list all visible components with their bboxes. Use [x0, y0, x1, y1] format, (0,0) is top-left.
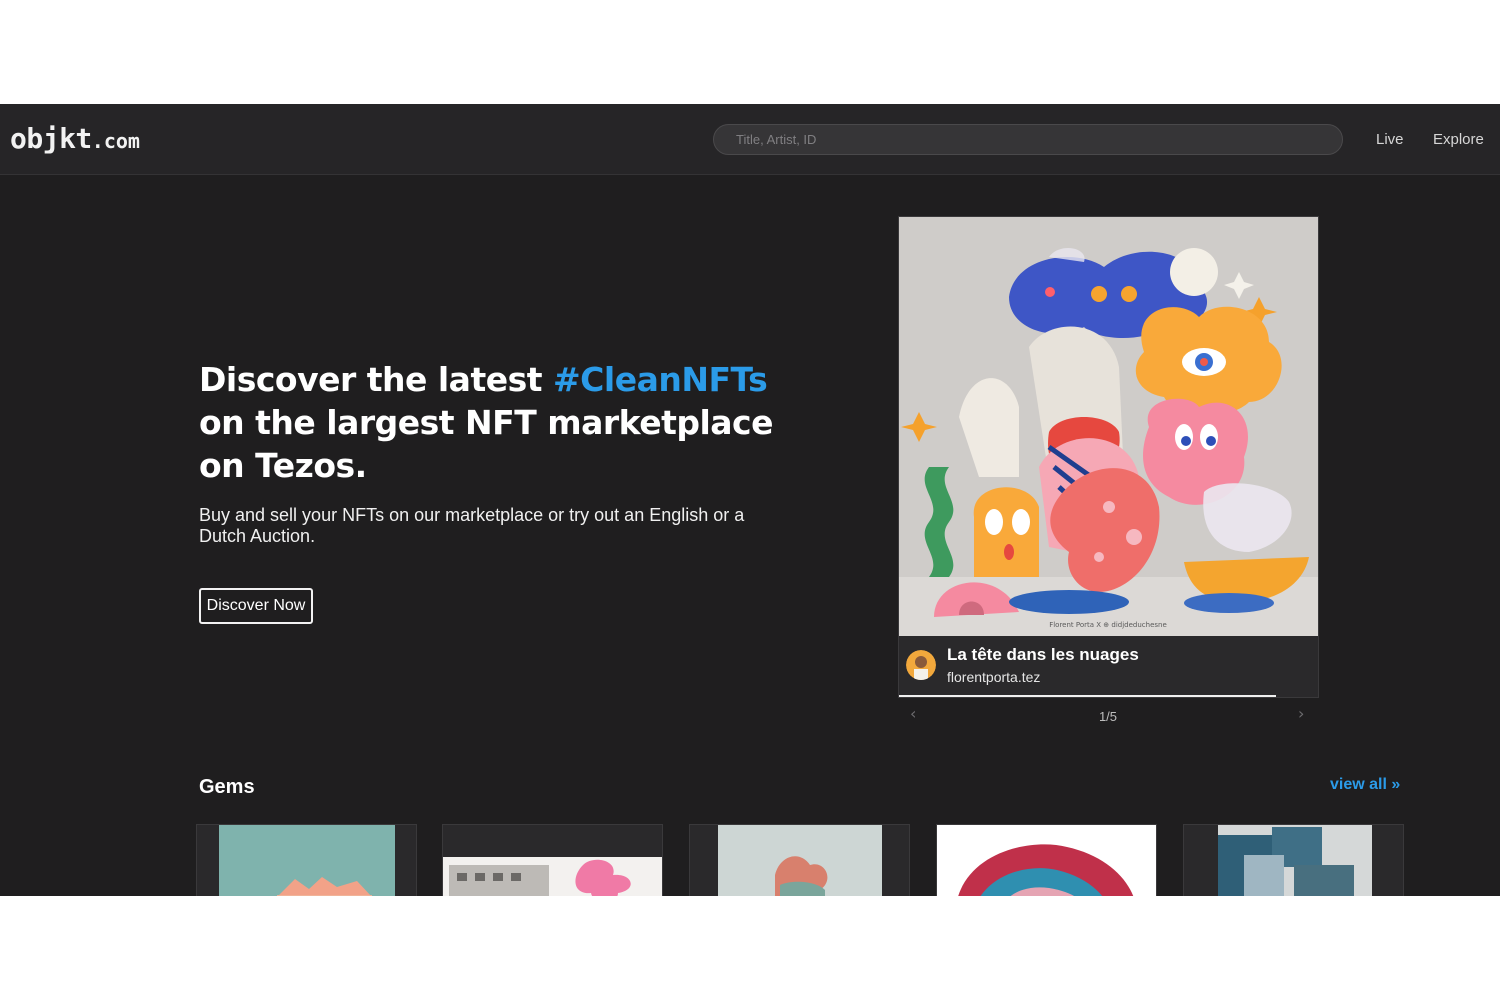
hero-title-start: Discover the latest: [199, 360, 554, 399]
gem-card[interactable]: [442, 824, 663, 896]
artwork-caption: Florent Porta X ⊕ didjdeduchesne: [1049, 621, 1167, 629]
nav-live-link[interactable]: Live: [1376, 131, 1404, 148]
logo-domain: .com: [91, 129, 140, 153]
creator-avatar[interactable]: [906, 650, 936, 680]
featured-artwork-info: La tête dans les nuages florentporta.tez: [899, 636, 1318, 697]
discover-now-button[interactable]: Discover Now: [199, 588, 313, 624]
carousel-prev-icon[interactable]: ‹: [910, 704, 916, 723]
featured-artwork-image[interactable]: Florent Porta X ⊕ didjdeduchesne: [899, 217, 1318, 636]
gem-thumbnail: [219, 825, 395, 896]
gem-card[interactable]: [196, 824, 417, 896]
app-window: objkt.com Live Explore Discover the late…: [0, 104, 1500, 896]
gem-thumbnail: [937, 825, 1156, 896]
gem-card[interactable]: [1183, 824, 1404, 896]
slide-progress-fill: [899, 695, 1277, 697]
gem-thumbnail: [1218, 825, 1372, 896]
search-input[interactable]: [713, 124, 1343, 155]
gems-section-title: Gems: [199, 776, 255, 798]
nav-explore-link[interactable]: Explore: [1433, 131, 1484, 148]
top-nav: objkt.com Live Explore: [0, 104, 1500, 175]
slide-progress-bar: [899, 695, 1318, 697]
gem-card[interactable]: [689, 824, 910, 896]
hero-title-end: on the largest NFT marketplace on Tezos.: [199, 403, 774, 485]
hero-title-hashtag: #CleanNFTs: [553, 360, 768, 399]
featured-artwork-title[interactable]: La tête dans les nuages: [947, 645, 1139, 665]
gem-thumbnail: [718, 825, 882, 896]
logo[interactable]: objkt.com: [10, 122, 140, 155]
logo-wordmark: objkt: [10, 122, 92, 155]
carousel-next-icon[interactable]: ›: [1298, 704, 1304, 723]
hero-title: Discover the latest #CleanNFTs on the la…: [199, 358, 779, 487]
gem-thumbnail: [443, 857, 662, 896]
featured-artwork-card[interactable]: Florent Porta X ⊕ didjdeduchesne La tête…: [898, 216, 1319, 698]
gems-view-all-link[interactable]: view all »: [1330, 776, 1400, 794]
hero-subtitle: Buy and sell your NFTs on our marketplac…: [199, 505, 745, 546]
carousel-pager: 1/5: [1098, 709, 1118, 724]
gem-card[interactable]: [936, 824, 1157, 896]
featured-creator-name[interactable]: florentporta.tez: [947, 669, 1040, 685]
